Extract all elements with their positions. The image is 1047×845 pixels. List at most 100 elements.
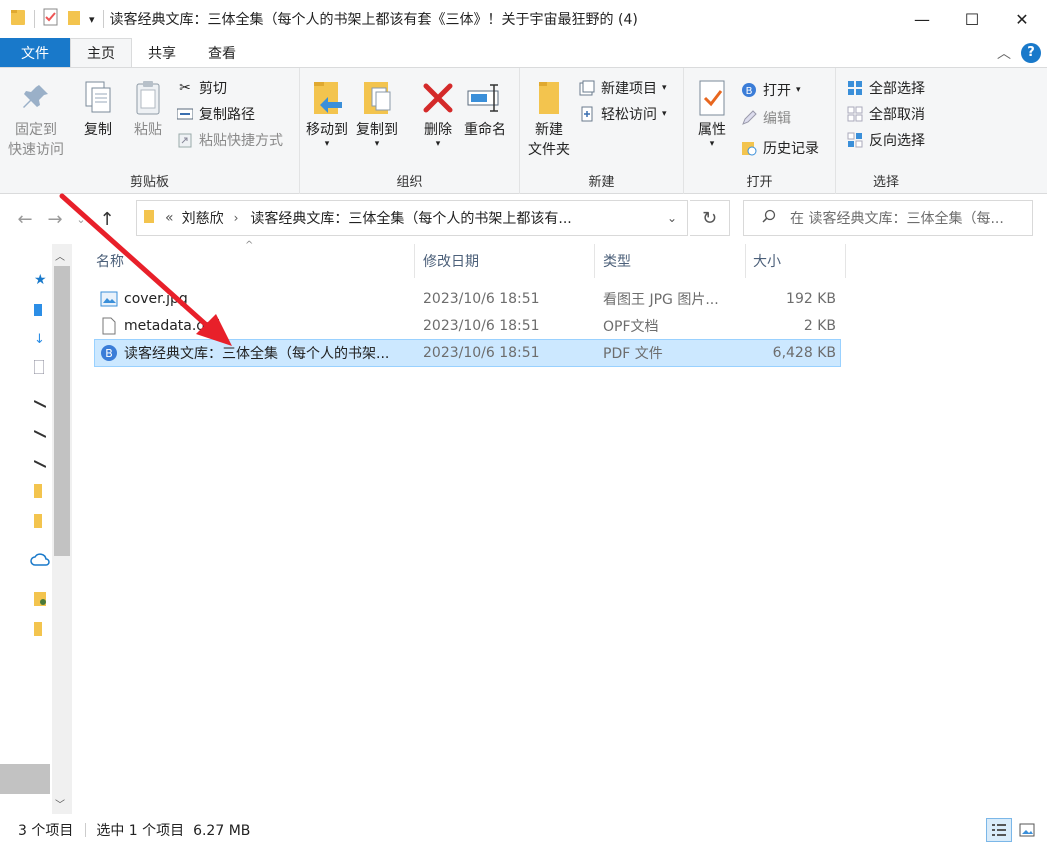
rename-button[interactable]: 重命名 <box>464 76 506 140</box>
copy-icon <box>78 76 118 120</box>
column-divider[interactable] <box>594 244 595 278</box>
move-to-button[interactable]: 移动到 ▾ <box>306 76 348 149</box>
open-group-label: 打开 <box>746 175 773 190</box>
divider <box>34 10 35 28</box>
breadcrumb-current[interactable]: 读客经典文库：三体全集（每个人的书架上都该有... <box>250 208 571 228</box>
invert-selection-icon <box>846 131 864 149</box>
search-icon <box>762 209 776 227</box>
address-bar[interactable]: « 刘慈欣 › 读客经典文库：三体全集（每个人的书架上都该有... ⌄ <box>136 200 688 236</box>
copy-button[interactable]: 复制 <box>78 76 118 140</box>
breadcrumb-item[interactable]: 刘慈欣 <box>182 208 224 228</box>
user-folder-icon[interactable] <box>34 592 48 606</box>
breadcrumb-overflow[interactable]: « <box>165 210 174 226</box>
select-all-button[interactable]: 全部选择 <box>846 78 925 98</box>
navigation-bar: ← → ⌄ ↑ « 刘慈欣 › 读客经典文库：三体全集（每个人的书架上都该有..… <box>0 198 1047 240</box>
properties-button[interactable]: 属性 ▾ <box>692 76 732 149</box>
svg-text:B: B <box>105 347 113 360</box>
column-divider[interactable] <box>414 244 415 278</box>
column-header-type[interactable]: 类型 <box>603 244 631 278</box>
help-icon[interactable]: ? <box>1021 42 1041 63</box>
tab-home[interactable]: 主页 <box>70 38 132 67</box>
chevron-down-icon: ▾ <box>709 139 715 149</box>
refresh-button[interactable]: ↻ <box>690 200 730 236</box>
tab-view[interactable]: 查看 <box>192 38 252 67</box>
paste-shortcut-button[interactable]: 粘贴快捷方式 <box>176 130 283 150</box>
up-arrow-icon[interactable]: ↑ <box>92 209 122 230</box>
desktop-icon[interactable] <box>34 304 48 318</box>
divider <box>102 10 104 28</box>
new-group: 新建 文件夹 新建项目 ▾ 轻松访问 ▾ 新建 <box>520 68 684 194</box>
status-bar: 3 个项目 选中 1 个项目 6.27 MB <box>0 814 1047 845</box>
paste-button[interactable]: 粘贴 <box>128 76 168 140</box>
divider <box>85 822 87 837</box>
tab-file[interactable]: 文件 <box>0 38 70 67</box>
pin-quick-access-button[interactable]: 固定到 快速访问 <box>8 76 64 160</box>
scroll-up-icon[interactable]: ︿ <box>55 248 65 263</box>
file-row-metadata[interactable]: metadata.opf 2023/10/6 18:51 OPF文档 2 KB <box>94 313 841 339</box>
window-title: 读客经典文库：三体全集（每个人的书架上都该有套《三体》！关于宇宙最狂野的 (4) <box>109 12 638 28</box>
file-date: 2023/10/6 18:51 <box>423 318 540 334</box>
close-button[interactable]: ✕ <box>997 0 1047 38</box>
select-group: 全部选择 全部取消 反向选择 选择 <box>836 68 936 194</box>
open-button[interactable]: B 打开 ▾ <box>740 80 801 100</box>
column-divider[interactable] <box>845 244 846 278</box>
new-item-icon <box>578 79 596 97</box>
folder-icon[interactable] <box>34 514 48 528</box>
file-name: metadata.opf <box>124 318 219 334</box>
organize-group: 移动到 ▾ 复制到 ▾ 删除 ▾ 重命名 组织 <box>300 68 520 194</box>
details-view-icon[interactable] <box>986 818 1012 842</box>
file-name: cover.jpg <box>124 291 188 307</box>
pinned-item-icon[interactable] <box>33 398 48 412</box>
search-input[interactable]: 在 读客经典文库：三体全集（每... <box>743 200 1033 236</box>
blank-file-icon <box>101 313 117 339</box>
invert-selection-button[interactable]: 反向选择 <box>846 130 925 150</box>
nav-scrollbar-thumb[interactable] <box>54 266 70 556</box>
new-folder-quick-icon[interactable] <box>67 8 81 30</box>
easy-access-button[interactable]: 轻松访问 ▾ <box>578 104 667 124</box>
file-row-pdf-selected[interactable]: B 读客经典文库：三体全集（每个人的书架... 2023/10/6 18:51 … <box>94 339 841 367</box>
copy-to-button[interactable]: 复制到 ▾ <box>356 76 398 149</box>
nav-horizontal-scroll-thumb[interactable] <box>0 764 50 794</box>
file-name: 读客经典文库：三体全集（每个人的书架... <box>124 346 390 362</box>
minimize-button[interactable]: — <box>897 0 947 38</box>
history-button[interactable]: 历史记录 <box>740 138 819 158</box>
image-file-icon <box>100 286 118 312</box>
customize-dropdown-icon[interactable]: ▾ <box>89 13 95 26</box>
new-folder-button[interactable]: 新建 文件夹 <box>528 76 570 160</box>
collapse-ribbon-icon[interactable]: ︿ <box>997 43 1011 63</box>
download-icon[interactable]: ↓ <box>34 332 48 347</box>
delete-button[interactable]: 删除 ▾ <box>418 76 458 149</box>
scroll-down-icon[interactable]: ﹀ <box>55 796 65 811</box>
copy-path-button[interactable]: 复制路径 <box>176 104 255 124</box>
column-header-name[interactable]: 名称 <box>96 244 124 278</box>
folder-icon[interactable] <box>34 484 48 498</box>
pinned-item-icon[interactable] <box>33 428 48 442</box>
folder-icon[interactable] <box>34 622 48 636</box>
address-dropdown-icon[interactable]: ⌄ <box>667 211 677 225</box>
pinned-item-icon[interactable] <box>33 458 48 472</box>
move-to-icon <box>307 76 347 120</box>
easy-access-icon <box>578 105 596 123</box>
tab-share[interactable]: 共享 <box>132 38 192 67</box>
breadcrumb-separator-icon[interactable]: › <box>234 211 239 225</box>
pdf-reader-icon: B <box>100 340 118 366</box>
column-header-size[interactable]: 大小 <box>753 244 781 278</box>
maximize-button[interactable]: ☐ <box>947 0 997 38</box>
column-divider[interactable] <box>745 244 746 278</box>
file-size: 192 KB <box>786 291 836 307</box>
recent-locations-icon[interactable]: ⌄ <box>70 213 92 226</box>
column-header-date[interactable]: 修改日期 <box>423 244 479 278</box>
forward-arrow-icon[interactable]: → <box>40 209 70 230</box>
large-icons-view-icon[interactable] <box>1014 818 1040 842</box>
document-icon[interactable] <box>33 359 48 375</box>
chevron-down-icon: ▾ <box>796 85 801 95</box>
star-icon[interactable]: ★ <box>34 272 48 288</box>
file-row-cover[interactable]: cover.jpg 2023/10/6 18:51 看图王 JPG 图片... … <box>94 286 841 312</box>
edit-button[interactable]: 编辑 <box>740 108 791 128</box>
back-arrow-icon[interactable]: ← <box>10 209 40 230</box>
properties-quick-icon[interactable] <box>43 8 59 30</box>
select-none-button[interactable]: 全部取消 <box>846 104 925 124</box>
cut-button[interactable]: ✂ 剪切 <box>176 78 227 98</box>
new-item-button[interactable]: 新建项目 ▾ <box>578 78 667 98</box>
cloud-icon[interactable] <box>30 552 50 566</box>
